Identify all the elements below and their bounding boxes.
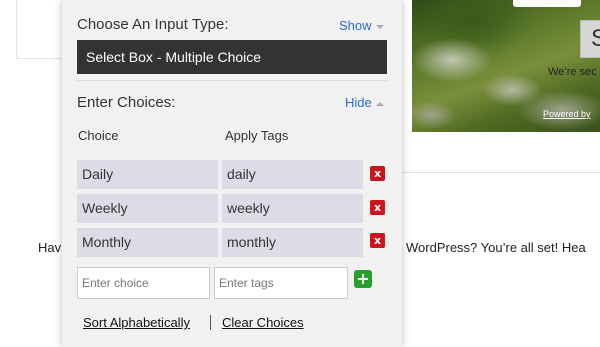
show-label: Show bbox=[339, 18, 372, 33]
choice-cell[interactable]: Daily bbox=[77, 160, 218, 189]
link-separator bbox=[210, 315, 211, 330]
background-were-text: We’re sec bbox=[548, 66, 597, 78]
tags-cell[interactable]: daily bbox=[222, 160, 363, 189]
background-card bbox=[16, 0, 68, 59]
add-choice-icon[interactable]: + bbox=[354, 270, 372, 288]
delete-choice-icon[interactable]: x bbox=[370, 166, 385, 181]
tags-column-header: Apply Tags bbox=[225, 128, 289, 143]
choice-column-header: Choice bbox=[78, 128, 119, 143]
background-text-left: Hav bbox=[38, 240, 62, 255]
choices-title: Enter Choices: bbox=[77, 94, 176, 111]
section-divider bbox=[77, 80, 387, 81]
background-powered-link[interactable]: Powered by bbox=[543, 109, 591, 119]
delete-choice-icon[interactable]: x bbox=[370, 233, 385, 248]
background-divider bbox=[402, 172, 600, 173]
background-white-box bbox=[513, 0, 581, 7]
caret-up-icon bbox=[375, 101, 384, 106]
background-search-button[interactable]: S bbox=[580, 20, 600, 58]
choice-cell[interactable]: Monthly bbox=[77, 228, 218, 257]
hide-label: Hide bbox=[345, 95, 372, 110]
choice-cell[interactable]: Weekly bbox=[77, 194, 218, 223]
background-text-right: WordPress? You’re all set! Hea bbox=[406, 240, 586, 255]
tags-cell[interactable]: monthly bbox=[222, 228, 363, 257]
caret-down-icon bbox=[375, 24, 384, 29]
input-type-select[interactable]: Select Box - Multiple Choice bbox=[77, 40, 387, 74]
input-editor-panel: Choose An Input Type: Show Select Box - … bbox=[62, 0, 402, 347]
choices-hide-toggle[interactable]: Hide bbox=[345, 95, 384, 110]
tags-cell[interactable]: weekly bbox=[222, 194, 363, 223]
new-tags-input[interactable] bbox=[214, 267, 348, 299]
input-type-title: Choose An Input Type: bbox=[77, 16, 229, 33]
new-choice-input[interactable] bbox=[77, 267, 210, 299]
clear-choices-link[interactable]: Clear Choices bbox=[222, 315, 304, 330]
sort-alphabetically-link[interactable]: Sort Alphabetically bbox=[83, 315, 190, 330]
input-type-show-toggle[interactable]: Show bbox=[339, 18, 384, 33]
delete-choice-icon[interactable]: x bbox=[370, 200, 385, 215]
